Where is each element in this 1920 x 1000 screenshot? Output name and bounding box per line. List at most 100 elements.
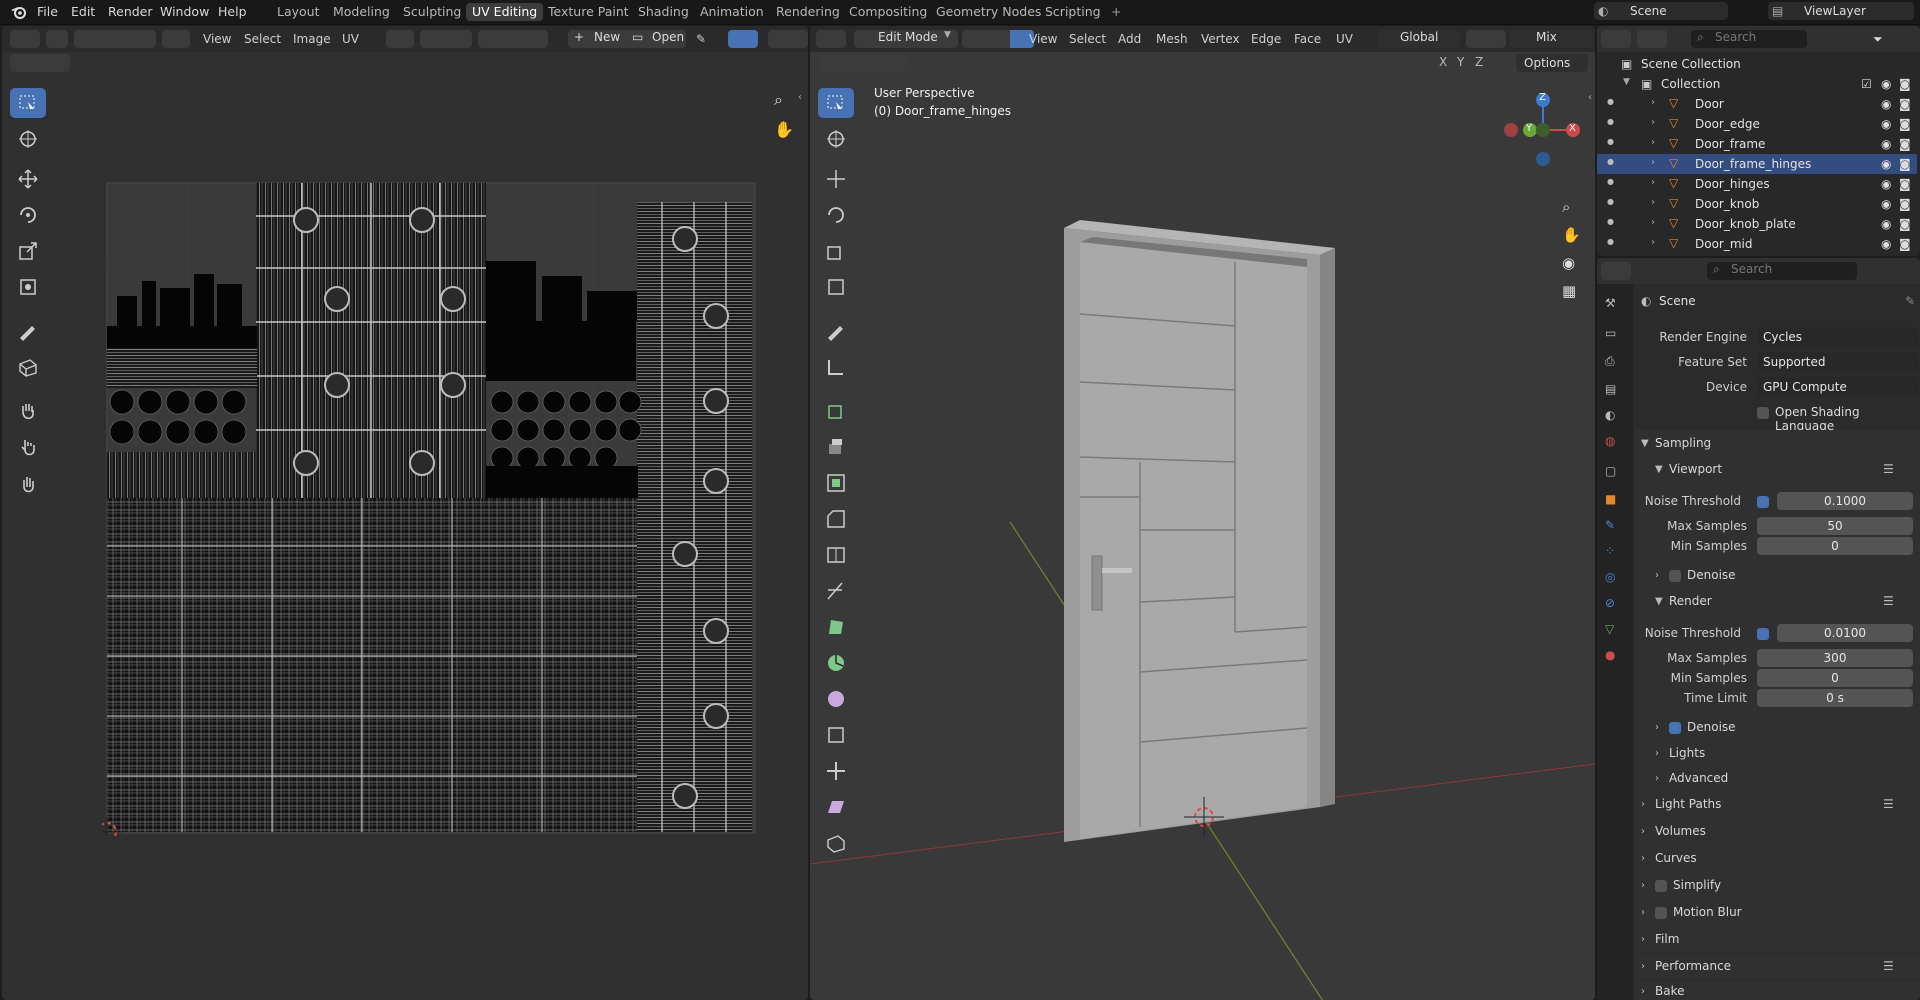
expand-chevron-icon[interactable]: › — [1651, 157, 1655, 168]
snap-icon[interactable] — [420, 30, 472, 48]
render-presets-list-icon[interactable]: ☰ — [1883, 594, 1894, 608]
viewport-noise-threshold-checkbox[interactable] — [1757, 496, 1769, 508]
uv-menu-uv[interactable]: UV — [342, 30, 359, 48]
uv-canvas[interactable] — [102, 156, 758, 836]
uv-menu-view[interactable]: View — [203, 30, 231, 48]
sampling-title[interactable]: Sampling — [1655, 436, 1711, 450]
render-camera-icon[interactable]: ◙ — [1899, 137, 1911, 151]
viewport-menu-face[interactable]: Face — [1294, 30, 1321, 48]
simplify-panel[interactable]: › Simplify — [1635, 873, 1920, 899]
overlay-icon[interactable] — [768, 30, 808, 48]
display-mode-button[interactable] — [1637, 30, 1667, 48]
scene-selector[interactable]: ◐ Scene — [1594, 2, 1728, 20]
render-camera-icon[interactable]: ◙ — [1899, 177, 1911, 191]
properties-editor-type-button[interactable] — [1601, 262, 1631, 280]
render-max-samples-field[interactable]: 300 — [1757, 649, 1913, 667]
menu-help[interactable]: Help — [218, 4, 247, 19]
uv-menu-image[interactable]: Image — [293, 30, 331, 48]
menu-render[interactable]: Render — [108, 4, 153, 19]
tool-scale[interactable] — [10, 236, 46, 266]
tool-tab-icon[interactable]: ⚒ — [1605, 296, 1625, 316]
navigation-gizmo[interactable]: Z X Y — [1498, 86, 1588, 186]
visibility-eye-icon[interactable]: ◉ — [1881, 77, 1891, 91]
presets-list-icon[interactable]: ☰ — [1883, 462, 1894, 476]
tool-relax[interactable] — [10, 432, 46, 462]
render-engine-dropdown[interactable]: Cycles — [1757, 327, 1919, 347]
render-noise-threshold-field[interactable]: 0.0100 — [1777, 624, 1913, 642]
pivot-icon[interactable] — [386, 30, 414, 48]
world-tab-icon[interactable]: ◍ — [1605, 434, 1625, 454]
perspective-toggle-icon[interactable]: ▦ — [1562, 282, 1576, 300]
door-mesh[interactable] — [1064, 220, 1335, 842]
render-camera-icon[interactable]: ◙ — [1899, 217, 1911, 231]
shading-mix-selector[interactable]: Mix — [1510, 30, 1594, 48]
curves-panel[interactable]: › Curves — [1635, 846, 1920, 872]
viewport-max-samples-field[interactable]: 50 — [1757, 517, 1913, 535]
outliner-item[interactable]: ● › ▽ Door_frame_hinges ◉ ◙ — [1597, 154, 1917, 174]
render-camera-icon[interactable]: ◙ — [1899, 157, 1911, 171]
expand-chevron-icon[interactable]: › — [1651, 97, 1655, 108]
collection-tab-icon[interactable]: ▢ — [1605, 464, 1625, 484]
tab-scripting[interactable]: Scripting — [1039, 3, 1107, 21]
visibility-eye-icon[interactable]: ◉ — [1881, 237, 1891, 251]
tool-rotate[interactable] — [10, 200, 46, 230]
tool-select-box[interactable] — [10, 88, 46, 118]
film-panel[interactable]: › Film — [1635, 927, 1920, 953]
time-limit-field[interactable]: 0 s — [1757, 689, 1913, 707]
constraints-tab-icon[interactable]: ⊘ — [1605, 596, 1625, 616]
viewport-menu-mesh[interactable]: Mesh — [1156, 30, 1188, 48]
expand-chevron-icon[interactable]: › — [1651, 237, 1655, 248]
particles-tab-icon[interactable]: ⁘ — [1605, 544, 1625, 564]
scene-tab-icon[interactable]: ◐ — [1605, 408, 1625, 428]
menu-file[interactable]: File — [37, 4, 58, 19]
bake-panel[interactable]: › Bake — [1635, 981, 1920, 1000]
outliner-search-field[interactable]: ⌕ Search — [1691, 30, 1807, 48]
outliner-panel[interactable]: ⌕ Search ⏷ ▣ Scene Collection ▼ ▣ Collec… — [1597, 26, 1920, 256]
simplify-checkbox[interactable] — [1655, 880, 1667, 892]
tab-layout[interactable]: Layout — [271, 3, 326, 21]
render-min-samples-field[interactable]: 0 — [1757, 669, 1913, 687]
outliner-item[interactable]: ● › ▽ Door_hinges ◉ ◙ — [1597, 174, 1917, 194]
mode-selector[interactable]: Edit Mode ▼ — [854, 30, 958, 48]
visibility-eye-icon[interactable]: ◉ — [1881, 137, 1891, 151]
view-layer-selector[interactable]: ▤ ViewLayer — [1768, 2, 1914, 20]
performance-panel[interactable]: › Performance ☰ — [1635, 954, 1920, 980]
blender-logo-icon[interactable] — [10, 4, 27, 20]
render-tab-icon[interactable]: ▭ — [1605, 326, 1625, 346]
pan-hand-icon[interactable]: ✋ — [774, 120, 794, 139]
tab-texture-paint[interactable]: Texture Paint — [542, 3, 635, 21]
zoom-icon[interactable]: ⌕ — [774, 90, 783, 110]
modifier-tab-icon[interactable]: ✎ — [1605, 518, 1625, 538]
tool-transform[interactable] — [10, 272, 46, 302]
outliner-item[interactable]: ● › ▽ Door_knob_plate ◉ ◙ — [1597, 214, 1917, 234]
tool-grab[interactable] — [10, 396, 46, 426]
material-tab-icon[interactable]: ● — [1605, 648, 1625, 668]
expand-chevron-icon[interactable]: › — [1651, 197, 1655, 208]
viewport-menu-select[interactable]: Select — [1069, 30, 1106, 48]
motion-blur-panel[interactable]: › Motion Blur — [1635, 900, 1920, 926]
tab-sculpting[interactable]: Sculpting — [397, 3, 467, 21]
tool-cursor[interactable] — [10, 124, 46, 154]
light-paths-presets-icon[interactable]: ☰ — [1883, 797, 1894, 811]
tab-geometry-nodes[interactable]: Geometry Nodes — [930, 3, 1047, 21]
sidebar-toggle-icon[interactable]: ‹ — [798, 92, 802, 103]
orientation-selector[interactable]: Global — [1378, 30, 1460, 48]
performance-presets-icon[interactable]: ☰ — [1883, 959, 1894, 973]
sticky-select-button[interactable] — [162, 30, 190, 48]
viewport-min-samples-field[interactable]: 0 — [1757, 537, 1913, 555]
selection-mode-buttons[interactable] — [10, 54, 70, 72]
collapse-chevron-icon[interactable]: ▼ — [1623, 77, 1630, 87]
tab-compositing[interactable]: Compositing — [843, 3, 933, 21]
properties-search-field[interactable]: ⌕ Search — [1707, 262, 1857, 280]
tool-rip-region[interactable] — [10, 352, 46, 382]
exclude-checkbox-icon[interactable]: ☑ — [1861, 77, 1872, 91]
viewport-pan-icon[interactable]: ✋ — [1562, 226, 1581, 244]
tab-modeling[interactable]: Modeling — [327, 3, 396, 21]
viewport-section-title[interactable]: Viewport — [1669, 462, 1722, 476]
open-image-button[interactable]: ▭ Open — [628, 30, 686, 48]
advanced-chevron-icon[interactable]: › — [1655, 773, 1659, 784]
lights-chevron-icon[interactable]: › — [1655, 748, 1659, 759]
render-camera-icon[interactable]: ◙ — [1899, 237, 1911, 251]
light-paths-panel[interactable]: › Light Paths ☰ — [1635, 792, 1920, 818]
viewport-menu-view[interactable]: View — [1029, 30, 1057, 48]
